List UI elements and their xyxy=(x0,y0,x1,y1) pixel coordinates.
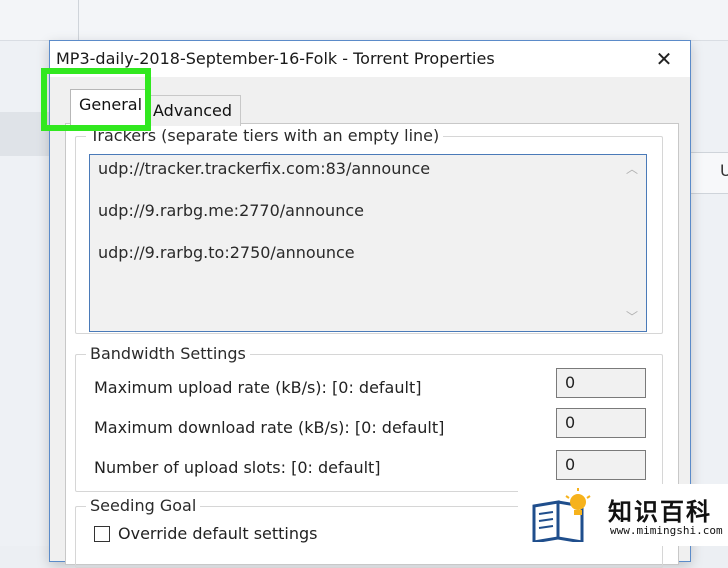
override-default-label[interactable]: Override default settings xyxy=(118,524,318,543)
column-header-label: U xyxy=(720,161,728,180)
bandwidth-settings-group: Bandwidth Settings Maximum upload rate (… xyxy=(75,344,663,492)
close-button[interactable]: ✕ xyxy=(648,45,680,73)
trackers-group-label: Trackers (separate tiers with an empty l… xyxy=(86,126,444,145)
trackers-textarea[interactable]: udp://tracker.trackerfix.com:83/announce… xyxy=(89,154,647,332)
dialog-titlebar: MP3-daily-2018-September-16-Folk - Torre… xyxy=(50,41,690,77)
max-upload-rate-input[interactable]: 0 xyxy=(556,368,646,398)
max-upload-rate-label: Maximum upload rate (kB/s): [0: default] xyxy=(94,378,422,397)
tracker-line: udp://9.rarbg.me:2770/announce xyxy=(98,201,364,220)
tracker-line: udp://9.rarbg.to:2750/announce xyxy=(98,243,355,262)
close-icon: ✕ xyxy=(655,47,673,71)
background-divider xyxy=(78,0,79,40)
background-selected-row xyxy=(0,112,50,156)
tracker-line: udp://tracker.trackerfix.com:83/announce xyxy=(98,159,431,178)
bandwidth-group-label: Bandwidth Settings xyxy=(86,344,250,363)
scroll-down-icon[interactable]: ﹀ xyxy=(624,309,640,325)
background-column-header[interactable]: U xyxy=(690,152,728,194)
dialog-title: MP3-daily-2018-September-16-Folk - Torre… xyxy=(56,49,495,68)
tab-advanced[interactable]: Advanced xyxy=(144,95,242,126)
upload-slots-input[interactable]: 0 xyxy=(556,450,646,480)
max-download-rate-label: Maximum download rate (kB/s): [0: defaul… xyxy=(94,418,445,437)
book-lightbulb-logo-icon xyxy=(532,488,591,542)
tab-advanced-label: Advanced xyxy=(153,101,233,120)
watermark-url: www.mimingshi.com xyxy=(610,524,723,537)
trackers-group: Trackers (separate tiers with an empty l… xyxy=(75,126,663,334)
background-toolbar xyxy=(0,0,728,41)
scroll-up-icon[interactable]: ︿ xyxy=(624,161,640,177)
tab-general[interactable]: General xyxy=(70,89,152,126)
max-download-rate-input[interactable]: 0 xyxy=(556,408,646,438)
tab-strip: General Advanced xyxy=(60,89,680,126)
watermark-title: 知识百科 xyxy=(608,498,712,526)
override-default-checkbox[interactable] xyxy=(94,526,110,542)
watermark: 知识百科 www.mimingshi.com xyxy=(518,484,728,546)
tab-general-label: General xyxy=(79,95,143,114)
seeding-group-label: Seeding Goal xyxy=(86,496,201,515)
upload-slots-label: Number of upload slots: [0: default] xyxy=(94,458,381,477)
